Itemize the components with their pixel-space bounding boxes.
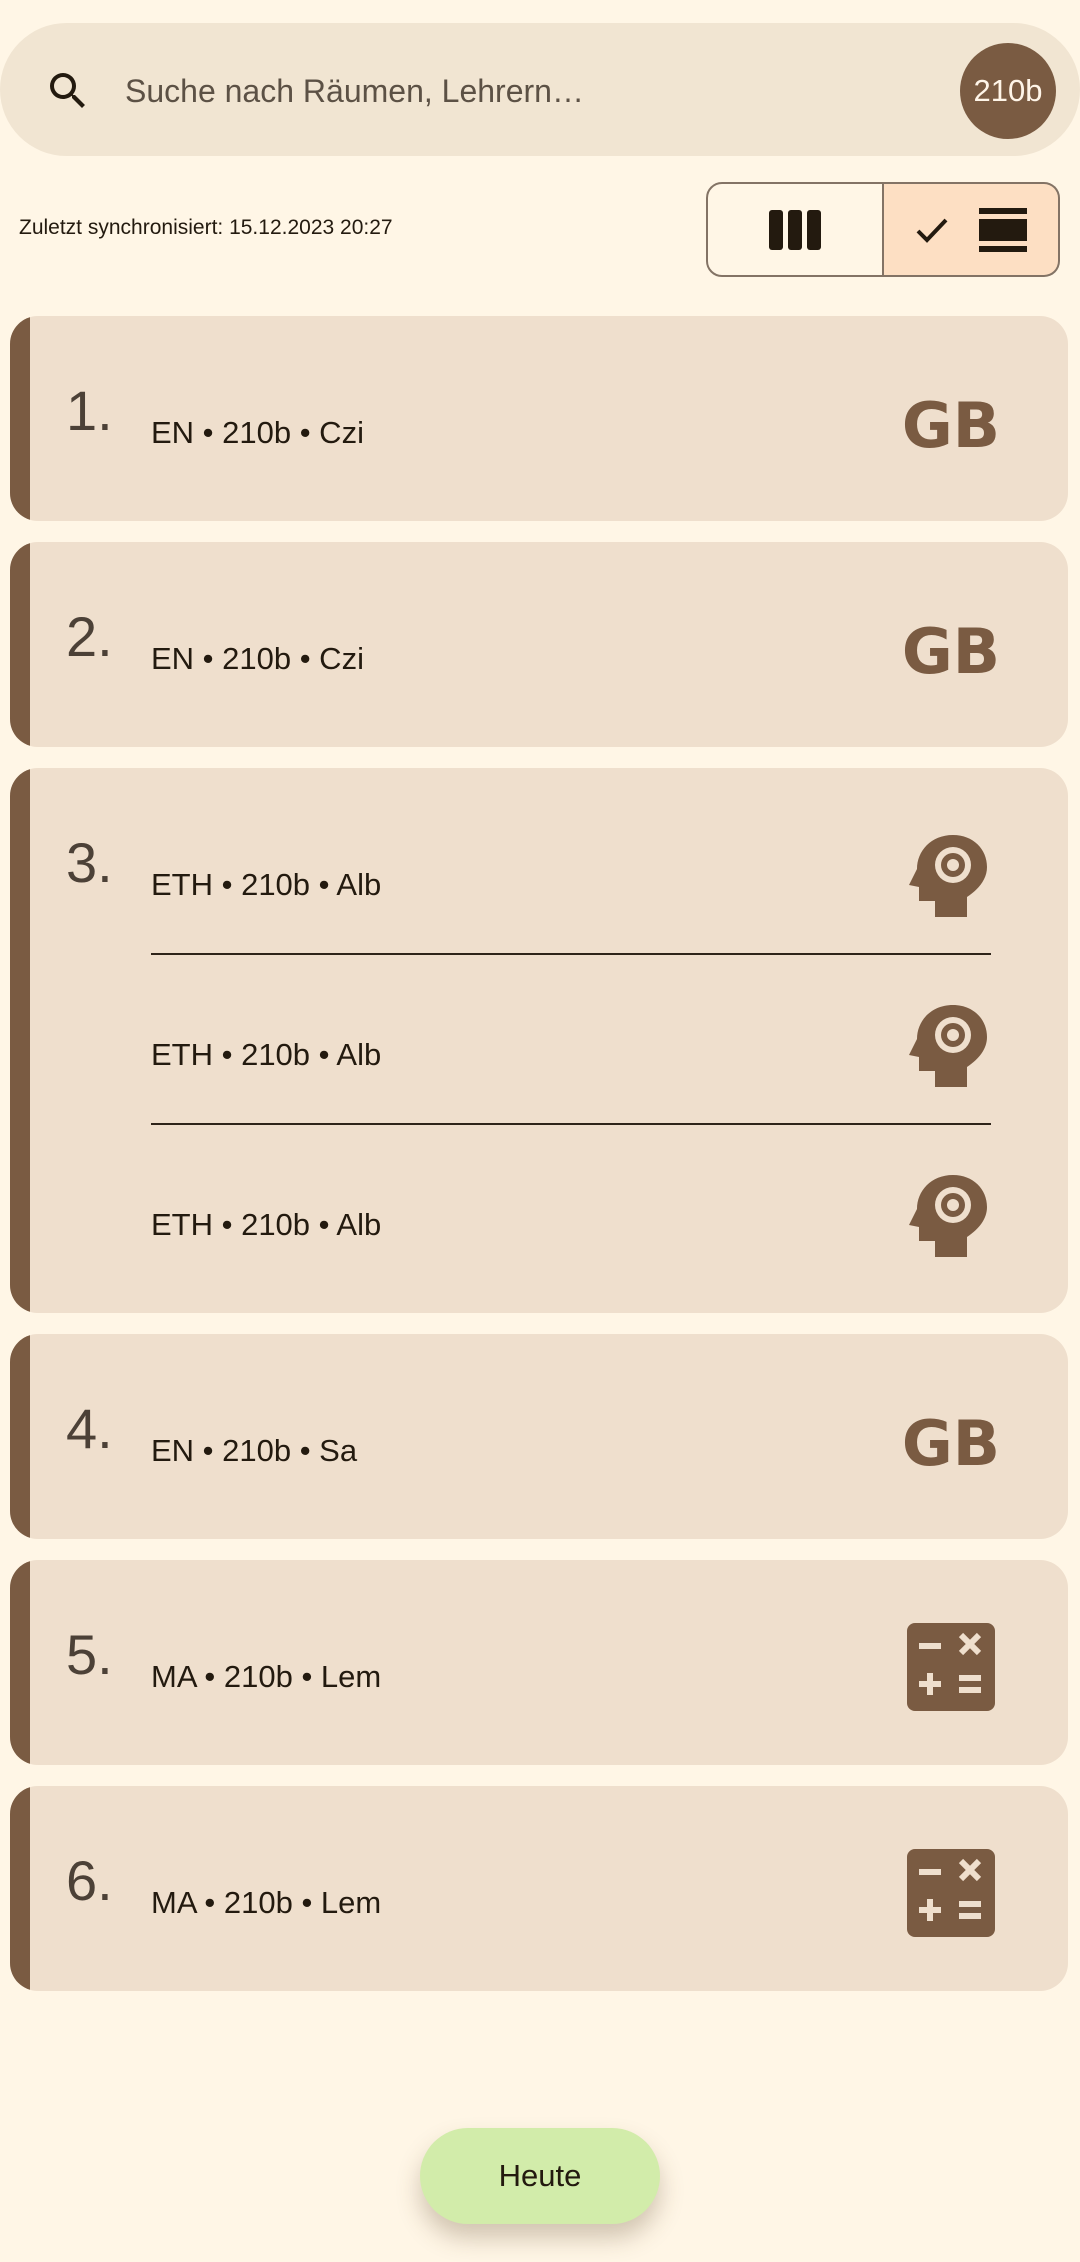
calculator-icon: [907, 1623, 995, 1711]
lesson-entry[interactable]: MA • 210b • Lem: [151, 1623, 1068, 1711]
period-number: 2.: [66, 605, 113, 668]
class-avatar[interactable]: 210b: [960, 43, 1056, 139]
calculator-icon: [907, 1849, 995, 1937]
period-number: 3.: [66, 831, 113, 894]
period-card[interactable]: 3. ETH • 210b • Alb ETH • 210b • Alb ETH…: [10, 768, 1068, 1313]
gb-flag-icon: GB: [903, 615, 999, 688]
lesson-text: ETH • 210b • Alb: [151, 1207, 382, 1242]
entry-divider: [151, 1123, 991, 1125]
gb-flag-icon: GB: [903, 389, 999, 462]
lesson-entry[interactable]: EN • 210b • Sa GB: [151, 1407, 1068, 1481]
columns-view-button[interactable]: [706, 182, 884, 277]
view-columns-icon: [769, 209, 821, 250]
list-view-button[interactable]: [884, 182, 1060, 277]
period-number: 1.: [66, 379, 113, 442]
lesson-entry[interactable]: ETH • 210b • Alb: [151, 1175, 1068, 1257]
today-button[interactable]: Heute: [420, 2128, 660, 2224]
period-accent-bar: [10, 1334, 30, 1539]
lesson-entry[interactable]: MA • 210b • Lem: [151, 1849, 1068, 1937]
lesson-entry[interactable]: EN • 210b • Czi GB: [151, 389, 1068, 463]
svg-text:GB: GB: [903, 389, 999, 462]
period-accent-bar: [10, 1786, 30, 1991]
period-card[interactable]: 2. EN • 210b • Czi GB: [10, 542, 1068, 747]
search-icon[interactable]: [44, 67, 92, 115]
gb-flag-icon: GB: [903, 1407, 999, 1480]
entry-divider: [151, 953, 991, 955]
last-sync-label: Zuletzt synchronisiert: 15.12.2023 20:27: [19, 216, 393, 239]
period-accent-bar: [10, 316, 30, 521]
lesson-text: EN • 210b • Czi: [151, 641, 364, 676]
period-card[interactable]: 4. EN • 210b • Sa GB: [10, 1334, 1068, 1539]
period-accent-bar: [10, 768, 30, 1313]
lesson-text: ETH • 210b • Alb: [151, 1037, 382, 1072]
lesson-text: MA • 210b • Lem: [151, 1885, 382, 1920]
svg-text:GB: GB: [903, 1407, 999, 1480]
view-agenda-icon: [979, 207, 1027, 252]
period-card[interactable]: 5. MA • 210b • Lem: [10, 1560, 1068, 1765]
psychology-head-icon: [909, 1005, 987, 1087]
period-card[interactable]: 6. MA • 210b • Lem: [10, 1786, 1068, 1991]
search-bar[interactable]: Suche nach Räumen, Lehrern… 210b: [0, 23, 1080, 156]
psychology-head-icon: [909, 1175, 987, 1257]
lesson-entry[interactable]: ETH • 210b • Alb: [151, 1005, 1068, 1087]
psychology-head-icon: [909, 835, 987, 917]
timetable-screen: Suche nach Räumen, Lehrern… 210b Zuletzt…: [0, 0, 1080, 2262]
period-card[interactable]: 1. EN • 210b • Czi GB: [10, 316, 1068, 521]
lesson-text: ETH • 210b • Alb: [151, 867, 382, 902]
lesson-entry[interactable]: EN • 210b • Czi GB: [151, 615, 1068, 689]
period-number: 4.: [66, 1397, 113, 1460]
lesson-entry[interactable]: ETH • 210b • Alb: [151, 835, 1068, 917]
search-input[interactable]: [110, 43, 930, 136]
period-number: 6.: [66, 1849, 113, 1912]
check-icon: [916, 218, 948, 243]
lesson-text: MA • 210b • Lem: [151, 1659, 382, 1694]
svg-text:GB: GB: [903, 615, 999, 688]
lesson-text: EN • 210b • Sa: [151, 1433, 358, 1468]
period-accent-bar: [10, 542, 30, 747]
view-toggle: [706, 182, 1060, 277]
period-number: 5.: [66, 1623, 113, 1686]
lesson-text: EN • 210b • Czi: [151, 415, 364, 450]
period-accent-bar: [10, 1560, 30, 1765]
